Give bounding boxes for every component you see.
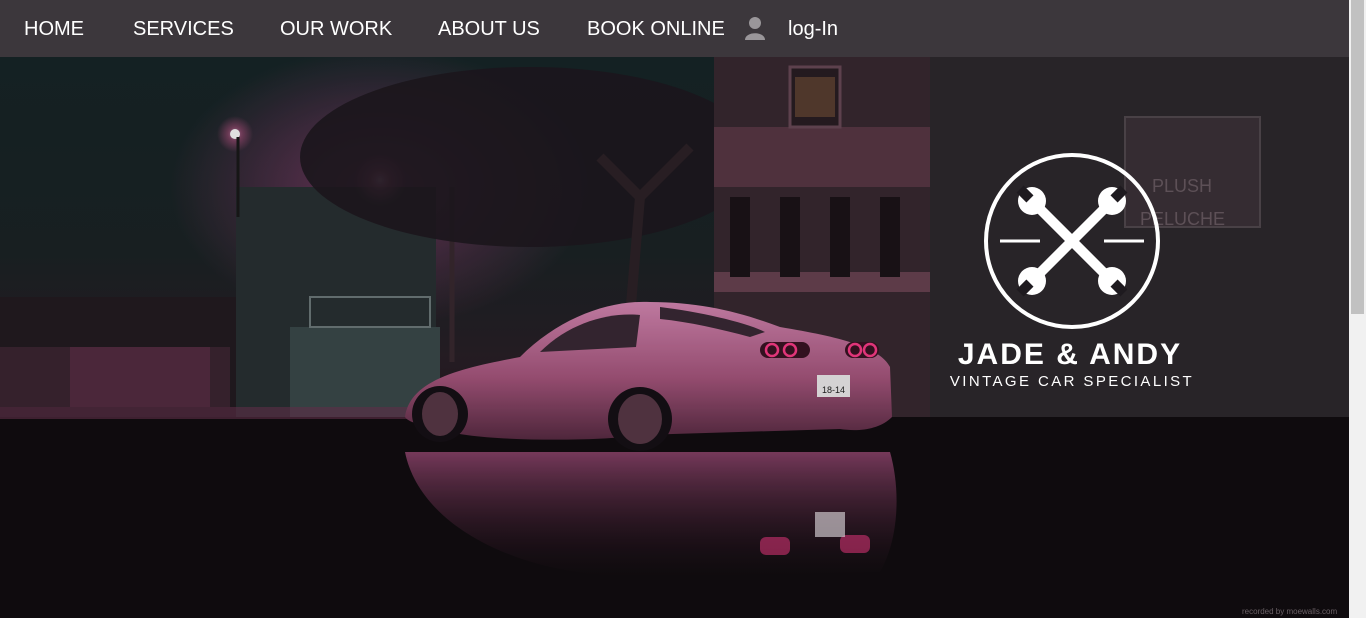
brand-title: JADE & ANDY: [957, 338, 1183, 371]
crossed-wrenches-icon: [984, 153, 1160, 329]
nav-our-work-link[interactable]: OUR WORK: [280, 18, 392, 40]
main-navigation: HOME SERVICES OUR WORK ABOUT US BOOK ONL…: [0, 0, 1349, 57]
nav-book-online-link[interactable]: BOOK ONLINE: [587, 18, 725, 40]
page-scrollbar[interactable]: [1349, 0, 1366, 618]
login-link[interactable]: log-In: [788, 18, 838, 40]
hero-banner: PLUSH PELUCHE 18-14 JADE & ANDY VINTAGE …: [0, 57, 1349, 618]
nav-home-link[interactable]: HOME: [24, 18, 84, 40]
brand-subtitle: VINTAGE CAR SPECIALIST: [949, 373, 1195, 390]
nav-services-link[interactable]: SERVICES: [133, 18, 234, 40]
nav-about-us-link[interactable]: ABOUT US: [438, 18, 540, 40]
scrollbar-thumb[interactable]: [1351, 0, 1364, 314]
user-icon[interactable]: [744, 16, 766, 40]
watermark-text: recorded by moewalls.com: [1242, 607, 1338, 616]
